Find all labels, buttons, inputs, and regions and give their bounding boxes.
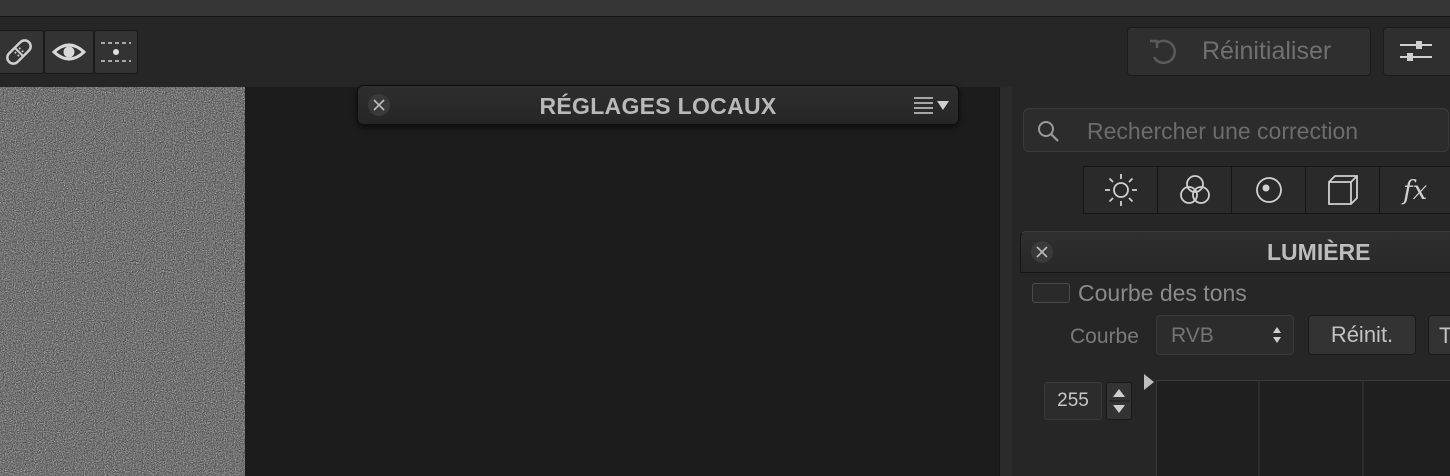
search-icon [1038,121,1059,142]
split-view-button[interactable] [94,30,138,74]
preview-toggle-button[interactable] [44,30,94,74]
light-section-header[interactable]: LUMIÈRE [1020,231,1450,273]
retouch-tool-button[interactable] [0,30,44,74]
tab-color[interactable] [1158,167,1232,213]
level-value-field[interactable]: 255 [1044,382,1102,420]
reset-button-label: Réinitialiser [1202,37,1332,65]
curve-channel-value: RVB [1171,324,1214,347]
curve-top-marker-icon[interactable] [1143,373,1155,391]
tab-detail[interactable] [1232,167,1306,213]
list-menu-icon [914,97,949,114]
split-view-icon [101,42,131,62]
local-panel-title: RÉGLAGES LOCAUX [539,93,777,119]
stepper-arrows-icon [1109,389,1129,413]
light-section-title: LUMIÈRE [1267,239,1371,265]
curve-label: Courbe [1070,325,1139,348]
close-light-section-button[interactable] [1031,241,1053,263]
close-icon [1036,246,1048,258]
sun-icon [1104,174,1137,206]
eye-icon [52,43,86,61]
tab-effects[interactable]: fx [1380,167,1450,213]
tone-curve-graph[interactable] [1156,380,1450,476]
tone-curve-toggle[interactable] [1032,283,1070,303]
panel-resize-handle[interactable] [999,87,1013,476]
tab-geometry[interactable] [1306,167,1380,213]
curve-extra-button[interactable]: T [1428,315,1450,355]
sliders-icon [1400,41,1432,61]
tab-light[interactable] [1084,167,1158,213]
cube-icon [1327,175,1358,205]
tone-curve-label: Courbe des tons [1078,280,1247,306]
chevron-updown-icon [1273,327,1281,343]
curve-extra-button-label: T [1439,323,1450,348]
reset-button[interactable]: Réinitialiser [1127,27,1371,76]
detail-circle-icon [1255,177,1282,203]
fx-icon: fx [1401,176,1428,206]
window-title-strip [0,0,1450,17]
category-tabs: fx [1083,166,1450,214]
svg-text:fx: fx [1401,176,1428,206]
correction-search-input[interactable]: Rechercher une correction [1023,108,1449,152]
bandage-icon [6,39,32,65]
adjustments-menu-button[interactable] [1383,27,1450,76]
undo-icon [1150,39,1176,64]
level-stepper[interactable] [1106,382,1132,420]
curve-channel-select[interactable]: RVB [1156,315,1294,355]
color-circles-icon [1179,175,1210,204]
local-panel-menu-button[interactable] [913,95,953,117]
search-placeholder: Rechercher une correction [1087,118,1359,144]
reset-curve-button[interactable]: Réinit. [1308,315,1416,355]
local-adjustments-panel[interactable]: RÉGLAGES LOCAUX [357,85,959,125]
photo-preview [0,87,245,476]
